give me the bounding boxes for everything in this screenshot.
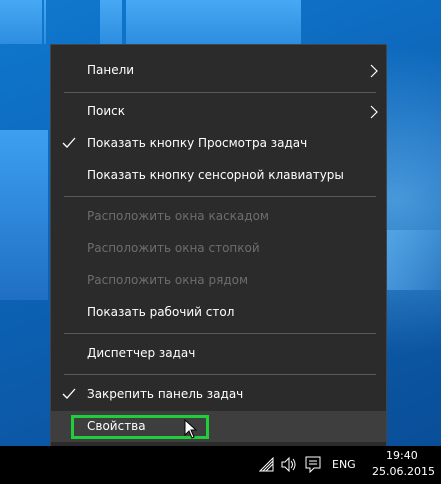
- mouse-cursor-icon: [184, 419, 198, 439]
- clock-date: 25.06.2015: [372, 465, 435, 478]
- menu-separator: [64, 196, 376, 197]
- light-ray: [387, 230, 441, 290]
- menu-item-label: Закрепить панель задач: [87, 387, 244, 401]
- menu-item-lock-taskbar[interactable]: Закрепить панель задач: [51, 379, 386, 410]
- menu-item-label: Показать кнопку Просмотра задач: [87, 136, 308, 150]
- menu-item-toolbars[interactable]: Панели: [51, 55, 386, 86]
- menu-item-label: Диспетчер задач: [87, 346, 196, 360]
- language-indicator[interactable]: ENG: [332, 446, 356, 484]
- menu-item-cascade-windows: Расположить окна каскадом: [51, 201, 386, 232]
- menu-item-label: Свойства: [87, 419, 146, 433]
- taskbar: ENG 19:40 25.06.2015: [0, 446, 441, 484]
- menu-item-task-manager[interactable]: Диспетчер задач: [51, 338, 386, 369]
- menu-item-show-desktop[interactable]: Показать рабочий стол: [51, 297, 386, 328]
- menu-item-label: Поиск: [87, 104, 126, 118]
- volume-icon[interactable]: [281, 457, 297, 472]
- menu-item-label: Расположить окна стопкой: [87, 241, 260, 255]
- logo-pane-top-mid: [100, 0, 122, 44]
- logo-pane-bottom-left: [0, 130, 48, 300]
- menu-separator: [64, 92, 376, 93]
- menu-item-label: Показать рабочий стол: [87, 305, 235, 319]
- checkmark-icon: [62, 388, 76, 399]
- menu-item-label: Показать кнопку сенсорной клавиатуры: [87, 168, 344, 182]
- taskbar-context-menu: Панели Поиск Показать кнопку Просмотра з…: [50, 44, 387, 451]
- menu-item-label: Расположить окна каскадом: [87, 209, 269, 223]
- checkmark-icon: [62, 137, 76, 148]
- menu-separator: [64, 374, 376, 375]
- menu-separator: [64, 333, 376, 334]
- logo-pane-top-left: [0, 0, 42, 44]
- logo-pane-gap: [44, 0, 46, 44]
- menu-item-search[interactable]: Поиск: [51, 96, 386, 127]
- menu-item-side-by-side-windows: Расположить окна рядом: [51, 265, 386, 296]
- logo-pane-top-right: [126, 0, 301, 44]
- chevron-right-icon: [370, 105, 378, 119]
- clock-time: 19:40: [386, 449, 418, 462]
- menu-item-show-task-view-button[interactable]: Показать кнопку Просмотра задач: [51, 128, 386, 159]
- wifi-icon[interactable]: [259, 457, 274, 472]
- clock[interactable]: 19:40 25.06.2015: [372, 448, 438, 480]
- menu-item-label: Панели: [87, 63, 135, 77]
- menu-item-label: Расположить окна рядом: [87, 273, 249, 287]
- menu-item-stack-windows: Расположить окна стопкой: [51, 233, 386, 264]
- notification-icon[interactable]: [305, 456, 321, 473]
- menu-item-properties[interactable]: Свойства: [51, 411, 386, 442]
- menu-item-show-touch-keyboard-button[interactable]: Показать кнопку сенсорной клавиатуры: [51, 160, 386, 191]
- chevron-right-icon: [370, 64, 378, 78]
